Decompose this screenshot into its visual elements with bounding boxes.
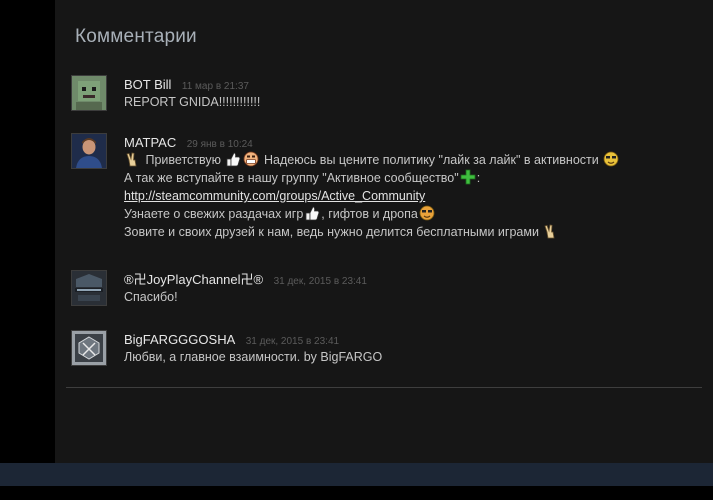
comment-text-line: Приветствую Надеюсь вы цените политику "… (124, 151, 684, 169)
avatar[interactable] (71, 133, 107, 169)
comment-text: REPORT GNIDA!!!!!!!!!!!! (124, 95, 261, 109)
footer-bar (0, 463, 713, 486)
comment-text-segment: Узнаете о свежих раздачах игр (124, 207, 304, 221)
comment-author[interactable]: MATPAC (124, 135, 176, 150)
comment-text: Спасибо! (124, 290, 178, 304)
comment-text: Любви, а главное взаимности. by BigFARGO (124, 350, 383, 364)
comment-body: BigFARGGGOSHA 31 дек, 2015 в 23:41 Любви… (124, 332, 684, 366)
comment-text-segment: А так же вступайте в нашу группу "Активн… (124, 171, 459, 185)
comment-text-line: Зовите и своих друзей к нам, ведь нужно … (124, 223, 684, 241)
peace-sign-icon (544, 224, 555, 239)
green-plus-icon (460, 169, 476, 185)
comment-body: MATPAC 29 янв в 10:24 Приветствую Надеюс… (124, 135, 684, 241)
avatar-person-icon (72, 134, 106, 168)
avatar-emblem-icon (72, 331, 106, 365)
comment-text-segment: Приветствую (145, 153, 221, 167)
comment-text-line: Узнаете о свежих раздачах игр , гифтов и… (124, 205, 684, 223)
comment-text-segment: , гифтов и дропа (321, 207, 418, 221)
sunglasses-face-icon (603, 151, 619, 167)
comments-divider (66, 387, 702, 388)
comments-section-title: Комментарии (75, 26, 197, 47)
sunglasses-face-icon (419, 205, 435, 221)
comment-body: BOT Bill 11 мар в 21:37 REPORT GNIDA!!!!… (124, 77, 684, 111)
comment-text-line: А так же вступайте в нашу группу "Активн… (124, 169, 684, 187)
avatar-robot-icon (72, 76, 106, 110)
grinning-face-icon (244, 151, 259, 167)
avatar[interactable] (71, 270, 107, 306)
comment-body: ®卍JoyPlayChannel卍® 31 дек, 2015 в 23:41 … (124, 272, 684, 306)
group-link[interactable]: http://steamcommunity.com/groups/Active_… (124, 189, 425, 203)
avatar[interactable] (71, 330, 107, 366)
comments-panel: Комментарии BOT Bill 11 мар в 21:37 REPO… (55, 0, 713, 463)
thumbs-up-icon (305, 206, 320, 221)
comment-timestamp: 11 мар в 21:37 (181, 81, 249, 92)
comment-timestamp: 31 дек, 2015 в 23:41 (273, 276, 367, 287)
avatar-channel-logo-icon (72, 271, 106, 305)
comment-text-segment: Зовите и своих друзей к нам, ведь нужно … (124, 225, 539, 239)
page: Комментарии BOT Bill 11 мар в 21:37 REPO… (0, 0, 713, 500)
thumbs-up-icon (227, 152, 241, 167)
comment-timestamp: 29 янв в 10:24 (186, 139, 253, 150)
comment-author[interactable]: BigFARGGGOSHA (124, 332, 235, 347)
comment-text-segment: Надеюсь вы цените политику "лайк за лайк… (263, 153, 599, 167)
comment-author[interactable]: ®卍JoyPlayChannel卍® (124, 272, 263, 287)
comment-text-line: http://steamcommunity.com/groups/Active_… (124, 187, 684, 205)
comment-text-segment: : (476, 171, 481, 185)
comment-timestamp: 31 дек, 2015 в 23:41 (245, 336, 340, 347)
avatar[interactable] (71, 75, 107, 111)
comment-author[interactable]: BOT Bill (124, 77, 171, 92)
peace-sign-icon (126, 152, 137, 167)
